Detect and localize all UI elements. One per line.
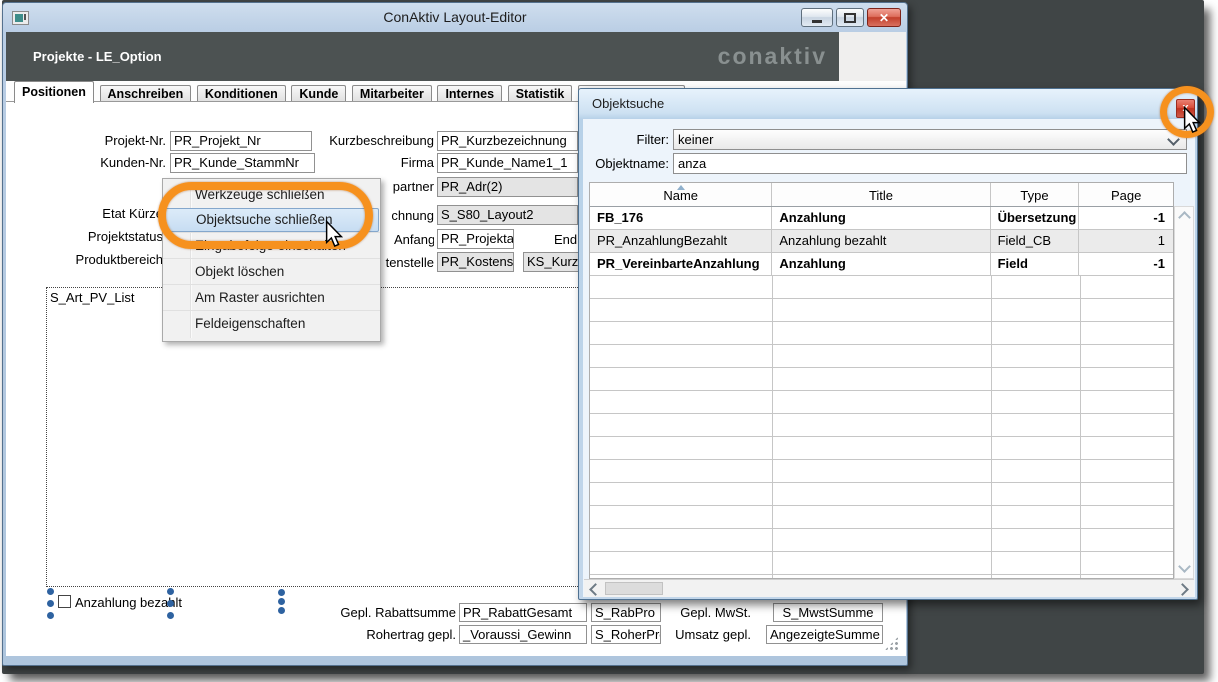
rohertrag-label: Rohertrag gepl. bbox=[336, 627, 456, 642]
scroll-up-icon[interactable] bbox=[1178, 211, 1191, 224]
selection-handle[interactable] bbox=[47, 588, 54, 595]
resize-grip[interactable] bbox=[884, 636, 899, 651]
firma-label: Firma bbox=[374, 155, 434, 170]
produktbereich-label: Produktbereich bbox=[43, 252, 163, 267]
firma-field[interactable]: PR_Kunde_Name1_1 bbox=[437, 153, 578, 173]
selection-handle[interactable] bbox=[47, 600, 54, 607]
anfang-label: Anfang bbox=[394, 232, 434, 247]
rabattgesamt-field[interactable]: PR_RabattGesamt bbox=[459, 603, 587, 622]
scroll-left-icon[interactable] bbox=[589, 583, 602, 596]
header-right-filler bbox=[839, 32, 906, 81]
selection-handle[interactable] bbox=[167, 588, 174, 595]
menu-item-am-raster-ausrichten[interactable]: Am Raster ausrichten bbox=[163, 284, 380, 310]
selection-handle[interactable] bbox=[278, 607, 285, 614]
table-row[interactable]: PR_VereinbarteAnzahlung Anzahlung Field … bbox=[590, 253, 1173, 276]
mwst-label: Gepl. MwSt. bbox=[631, 605, 751, 620]
conaktiv-logo: conaktiv bbox=[718, 43, 827, 70]
main-titlebar[interactable]: ConAktiv Layout-Editor ✕ bbox=[3, 3, 907, 32]
rabattsumme-label: Gepl. Rabattsumme bbox=[336, 605, 456, 620]
kurzbezeichnung-field[interactable]: PR_Kurzbezeichnung bbox=[437, 131, 578, 151]
umsatz-label: Umsatz gepl. bbox=[631, 627, 751, 642]
column-header-title[interactable]: Title bbox=[772, 183, 990, 206]
etat-label: Etat Kürze bbox=[63, 206, 163, 221]
main-window-title: ConAktiv Layout-Editor bbox=[3, 9, 907, 25]
angezeigtesumme-field[interactable]: AngezeigteSumme bbox=[766, 625, 883, 644]
table-row[interactable]: FB_176 Anzahlung Übersetzung -1 bbox=[590, 207, 1173, 230]
voraussi-gewinn-field[interactable]: _Voraussi_Gewinn bbox=[459, 625, 587, 644]
table-header: Name Title Type Page bbox=[590, 183, 1173, 207]
minimize-icon bbox=[812, 20, 822, 23]
projektanfang-field[interactable]: PR_Projektar bbox=[437, 229, 514, 249]
menu-item-feldeigenschaften[interactable]: Feldeigenschaften bbox=[163, 310, 380, 336]
minimize-button[interactable] bbox=[801, 8, 833, 27]
anzahlung-checkbox[interactable] bbox=[58, 595, 71, 608]
vertical-scrollbar[interactable] bbox=[1174, 206, 1194, 579]
selection-handle[interactable] bbox=[278, 589, 285, 596]
screenshot-stage: ConAktiv Layout-Editor ✕ Projekte - LE_O… bbox=[0, 0, 1218, 682]
filter-value: keiner bbox=[678, 132, 713, 147]
selection-handle[interactable] bbox=[47, 612, 54, 619]
filter-label: Filter: bbox=[591, 132, 669, 147]
objektsuche-panel: Filter: keiner Objektname: anza Name Tit… bbox=[583, 119, 1195, 597]
projekt-nr-field[interactable]: PR_Projekt_Nr bbox=[170, 131, 312, 151]
sort-ascending-icon bbox=[677, 185, 685, 190]
empty-table-rows bbox=[590, 276, 1173, 578]
projektstatus-label: Projektstatus bbox=[43, 229, 163, 244]
mouse-cursor bbox=[325, 220, 343, 248]
kostenstelle-field[interactable]: PR_Kostenste bbox=[437, 252, 514, 272]
close-button[interactable]: ✕ bbox=[867, 8, 901, 27]
close-icon: ✕ bbox=[879, 12, 889, 24]
maximize-icon bbox=[844, 13, 856, 23]
kurzbeschreibung-label: Kurzbeschreibung bbox=[314, 133, 434, 148]
ansprechpartner-field[interactable]: PR_Adr(2) bbox=[437, 177, 578, 197]
breadcrumb: Projekte - LE_Option bbox=[33, 49, 162, 64]
selection-handle[interactable] bbox=[167, 612, 174, 619]
projekt-nr-label: Projekt-Nr. bbox=[66, 133, 166, 148]
maximize-button[interactable] bbox=[836, 8, 864, 27]
kostenstelle-label: tenstelle bbox=[374, 255, 434, 270]
record-header: Projekte - LE_Option conaktiv bbox=[6, 32, 839, 81]
objektsuche-window: Objektsuche x Filter: keiner Objektname:… bbox=[578, 88, 1198, 600]
layoutbezeichnung-label: chnung bbox=[374, 208, 434, 223]
menu-item-objekt-loeschen[interactable]: Objekt löschen bbox=[163, 258, 380, 284]
kunden-nr-field[interactable]: PR_Kunde_StammNr bbox=[170, 153, 315, 173]
gridline bbox=[991, 276, 992, 578]
tab-positionen[interactable]: Positionen bbox=[14, 81, 94, 103]
kunden-nr-label: Kunden-Nr. bbox=[66, 155, 166, 170]
column-header-type[interactable]: Type bbox=[991, 183, 1080, 206]
objektsuche-title: Objektsuche bbox=[592, 96, 664, 111]
objektname-label: Objektname: bbox=[591, 156, 669, 171]
selection-handle[interactable] bbox=[167, 600, 174, 607]
column-header-name[interactable]: Name bbox=[590, 183, 772, 206]
horizontal-scrollbar[interactable] bbox=[584, 579, 1194, 597]
scroll-down-icon[interactable] bbox=[1178, 560, 1191, 573]
selection-handle[interactable] bbox=[278, 598, 285, 605]
scrollbar-thumb[interactable] bbox=[605, 582, 663, 595]
mouse-cursor bbox=[1183, 106, 1201, 134]
table-row[interactable]: PR_AnzahlungBezahlt Anzahlung bezahlt Fi… bbox=[590, 230, 1173, 253]
layout-field[interactable]: S_S80_Layout2 bbox=[437, 205, 578, 225]
positions-list-label: S_Art_PV_List bbox=[50, 290, 135, 305]
objektname-input[interactable]: anza bbox=[673, 153, 1187, 174]
filter-dropdown[interactable]: keiner bbox=[673, 129, 1187, 150]
scroll-right-icon[interactable] bbox=[1176, 583, 1189, 596]
window-controls: ✕ bbox=[801, 8, 901, 27]
gridline bbox=[1080, 276, 1081, 578]
mwstsumme-field[interactable]: S_MwstSumme bbox=[773, 603, 883, 622]
gridline bbox=[772, 276, 773, 578]
results-table: Name Title Type Page FB_176 Anzahlung Üb… bbox=[589, 182, 1174, 579]
column-header-page[interactable]: Page bbox=[1079, 183, 1173, 206]
